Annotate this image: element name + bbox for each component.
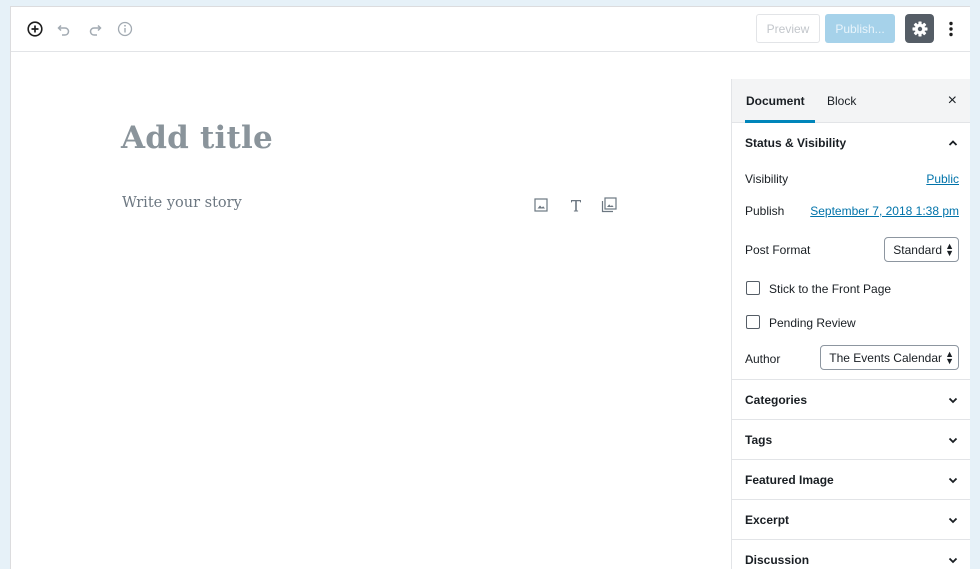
chevron-down-icon <box>948 517 958 524</box>
post-format-row: Post Format Standard ▲ ▼ <box>732 227 970 269</box>
chevron-up-icon <box>948 140 958 146</box>
panel-toggle-discussion[interactable]: Discussion <box>732 540 970 569</box>
chevron-down-icon <box>948 557 958 564</box>
pending-review-label[interactable]: Pending Review <box>769 316 856 330</box>
panel-toggle-excerpt[interactable]: Excerpt <box>732 500 970 540</box>
paragraph-icon[interactable] <box>567 196 585 214</box>
vertical-ellipsis-icon <box>949 21 953 36</box>
tab-block[interactable]: Block <box>827 79 856 123</box>
preview-button[interactable]: Preview <box>756 14 820 43</box>
author-row: Author The Events Calendar ▲ ▼ <box>732 339 970 379</box>
undo-icon[interactable] <box>55 20 73 38</box>
panel-toggle-categories[interactable]: Categories <box>732 380 970 420</box>
more-options-button[interactable] <box>941 14 961 43</box>
post-format-select[interactable]: Standard ▲ ▼ <box>884 237 959 262</box>
select-arrows-icon: ▲ ▼ <box>945 241 954 258</box>
sidebar-header: Document Block × <box>732 79 970 123</box>
redo-icon[interactable] <box>86 20 104 38</box>
panel-toggle-tags[interactable]: Tags <box>732 420 970 460</box>
publish-label: Publish <box>745 204 785 218</box>
select-arrows-icon: ▲ ▼ <box>945 349 954 366</box>
editor-frame: Preview Publish... Add title Write your … <box>10 6 970 569</box>
author-label: Author <box>745 352 781 366</box>
panel-title: Tags <box>745 432 773 447</box>
panel-toggle-status-visibility[interactable]: Status & Visibility <box>732 123 970 163</box>
tab-document[interactable]: Document <box>745 79 816 123</box>
sticky-row: Stick to the Front Page <box>732 271 970 305</box>
default-block-input[interactable]: Write your story <box>122 195 242 211</box>
pending-row: Pending Review <box>732 305 970 339</box>
image-icon[interactable] <box>532 196 550 214</box>
close-icon[interactable]: × <box>948 93 957 109</box>
publish-button[interactable]: Publish... <box>825 14 895 43</box>
panel-title: Status & Visibility <box>745 136 847 150</box>
visibility-link[interactable]: Public <box>926 172 959 186</box>
visibility-label: Visibility <box>745 172 789 186</box>
panel-title: Categories <box>745 392 808 407</box>
pending-review-checkbox[interactable] <box>746 315 760 329</box>
panel-title: Discussion <box>745 552 810 567</box>
chevron-down-icon <box>948 477 958 484</box>
chevron-down-icon <box>948 397 958 404</box>
visibility-row: Visibility Public <box>732 163 970 195</box>
status-visibility-panel: Status & Visibility Visibility Public Pu… <box>732 123 970 380</box>
author-value: The Events Calendar <box>829 350 942 365</box>
top-toolbar: Preview Publish... <box>11 7 970 52</box>
sticky-label[interactable]: Stick to the Front Page <box>769 282 891 296</box>
chevron-down-icon <box>948 437 958 444</box>
page-scroll-edge <box>970 50 980 569</box>
post-format-label: Post Format <box>745 243 811 257</box>
panel-toggle-featured-image[interactable]: Featured Image <box>732 460 970 500</box>
publish-row: Publish September 7, 2018 1:38 pm <box>732 195 970 227</box>
info-icon[interactable] <box>116 20 134 38</box>
plus-circle-icon[interactable] <box>26 20 44 38</box>
gallery-icon[interactable] <box>600 196 618 214</box>
post-format-value: Standard <box>893 242 942 257</box>
gear-icon <box>912 21 927 36</box>
panel-title: Featured Image <box>745 472 834 487</box>
settings-sidebar: Document Block × Status & Visibility Vis… <box>731 79 970 569</box>
author-select[interactable]: The Events Calendar ▲ ▼ <box>820 345 959 370</box>
settings-button[interactable] <box>905 14 934 43</box>
panel-title: Excerpt <box>745 512 790 527</box>
publish-date-link[interactable]: September 7, 2018 1:38 pm <box>810 204 959 218</box>
sticky-checkbox[interactable] <box>746 281 760 295</box>
post-title-input[interactable]: Add title <box>121 120 273 156</box>
